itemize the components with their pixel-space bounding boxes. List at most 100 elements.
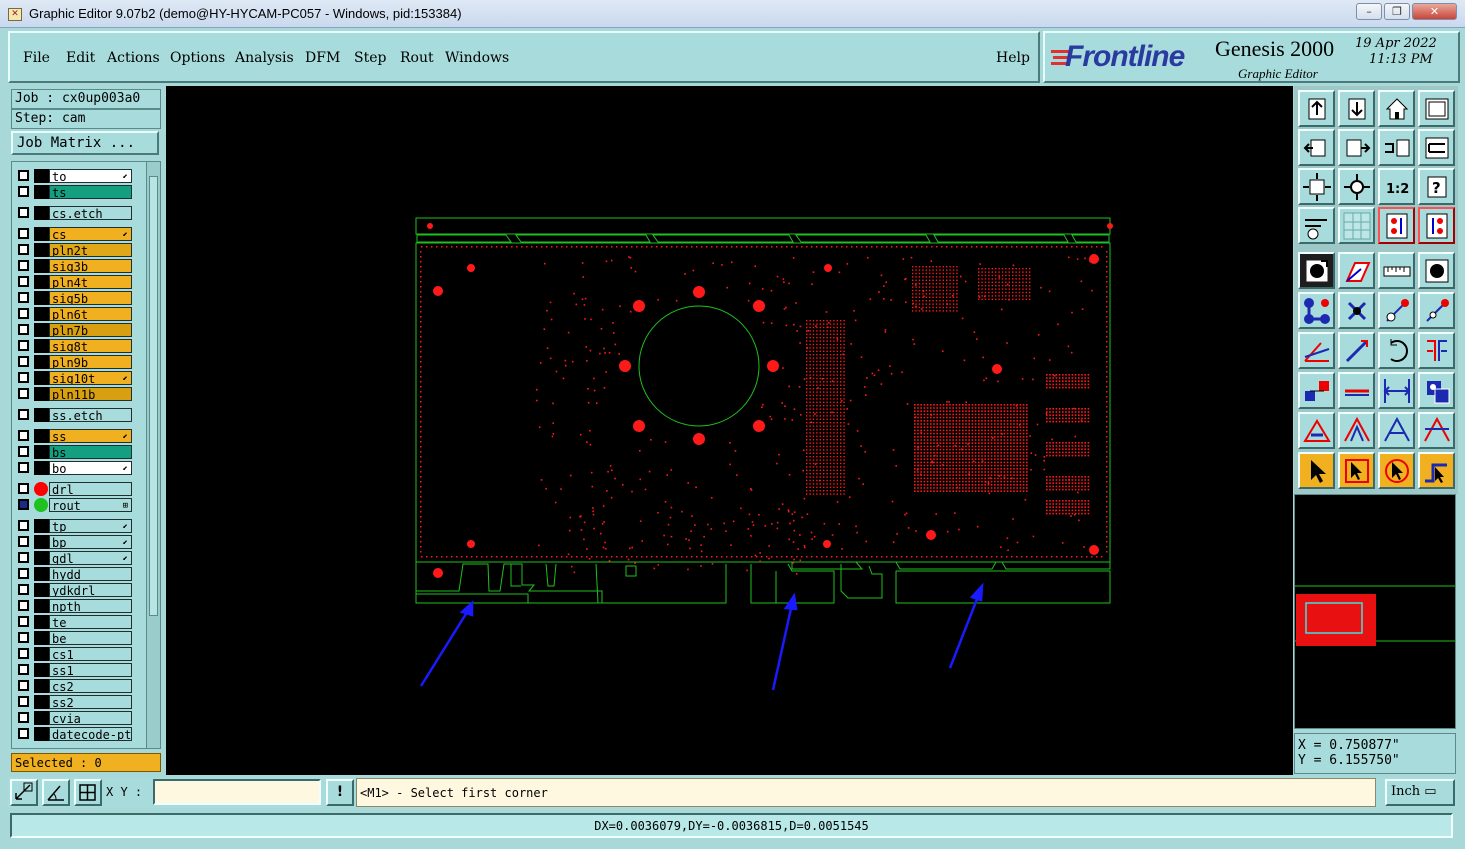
layer-row-pln11b[interactable]: pln11b xyxy=(15,387,132,401)
layer-name[interactable]: sig8t xyxy=(49,339,132,353)
tool-button-help[interactable]: ? xyxy=(1418,168,1455,205)
layer-name[interactable]: gdl ⬋ xyxy=(49,551,132,565)
layer-color-swatch[interactable] xyxy=(34,243,49,257)
layer-row-sig10t[interactable]: sig10t ⬋ xyxy=(15,371,132,385)
layer-checkbox[interactable] xyxy=(18,728,29,739)
layer-checkbox[interactable] xyxy=(18,340,29,351)
layer-color-swatch[interactable] xyxy=(34,323,49,337)
tool-button-step-right[interactable] xyxy=(1338,129,1375,166)
snap-mode-button[interactable] xyxy=(10,779,38,806)
layer-checkbox[interactable] xyxy=(18,552,29,563)
layer-color-swatch[interactable] xyxy=(34,567,49,581)
layer-row-cs1[interactable]: cs1 xyxy=(15,647,132,661)
layer-name[interactable]: cvia xyxy=(49,711,132,725)
tool-button-arc[interactable] xyxy=(1378,332,1415,369)
units-selector[interactable]: Inch ▭ xyxy=(1385,779,1455,806)
layer-name[interactable]: cs2 xyxy=(49,679,132,693)
layer-name[interactable]: pln11b xyxy=(49,387,132,401)
layer-name[interactable]: tp ⬋ xyxy=(49,519,132,533)
layer-checkbox[interactable] xyxy=(18,260,29,271)
layer-row-bp[interactable]: bp ⬋ xyxy=(15,535,132,549)
tool-button-brush[interactable] xyxy=(1298,207,1335,244)
layer-row-cs[interactable]: cs ⬋ xyxy=(15,227,132,241)
menu-rout[interactable]: Rout xyxy=(400,50,434,66)
tool-button-step-left[interactable] xyxy=(1298,129,1335,166)
graphic-canvas[interactable] xyxy=(166,86,1293,775)
layer-color-swatch[interactable] xyxy=(34,583,49,597)
layer-color-swatch[interactable] xyxy=(34,498,48,512)
layer-name[interactable]: datecode-pto xyxy=(49,727,132,741)
layer-row-sig3b[interactable]: sig3b xyxy=(15,259,132,273)
layer-name[interactable]: bp ⬋ xyxy=(49,535,132,549)
layer-name[interactable]: cs ⬋ xyxy=(49,227,132,241)
layer-color-swatch[interactable] xyxy=(34,711,49,725)
layer-name[interactable]: sig10t ⬋ xyxy=(49,371,132,385)
layer-color-swatch[interactable] xyxy=(34,408,49,422)
tool-button-pointer-rot[interactable] xyxy=(1378,452,1415,489)
layer-color-swatch[interactable] xyxy=(34,275,49,289)
layer-color-swatch[interactable] xyxy=(34,291,49,305)
layer-name[interactable]: pln9b xyxy=(49,355,132,369)
layer-row-datecode-pto[interactable]: datecode-pto xyxy=(15,727,132,741)
layer-color-swatch[interactable] xyxy=(34,679,49,693)
layer-color-swatch[interactable] xyxy=(34,355,49,369)
layer-color-swatch[interactable] xyxy=(34,445,49,459)
layer-name[interactable]: pln4t xyxy=(49,275,132,289)
tool-button-grid-toggle[interactable] xyxy=(1338,207,1375,244)
layer-color-swatch[interactable] xyxy=(34,727,49,741)
layer-row-pln9b[interactable]: pln9b xyxy=(15,355,132,369)
layer-row-pln7b[interactable]: pln7b xyxy=(15,323,132,337)
tool-button-zoom-fit[interactable] xyxy=(1298,168,1335,205)
tool-button-line[interactable] xyxy=(1338,332,1375,369)
tool-button-window[interactable] xyxy=(1418,90,1455,127)
layer-row-cvia[interactable]: cvia xyxy=(15,711,132,725)
layer-list-scrollbar[interactable] xyxy=(146,162,160,748)
layer-color-swatch[interactable] xyxy=(34,185,49,199)
menu-edit[interactable]: Edit xyxy=(66,50,95,66)
layer-checkbox[interactable] xyxy=(18,244,29,255)
layer-row-bo[interactable]: bo ⬋ xyxy=(15,461,132,475)
layer-checkbox[interactable] xyxy=(18,499,29,510)
xy-input[interactable] xyxy=(153,779,321,805)
tool-button-pointer-path[interactable] xyxy=(1418,452,1455,489)
layer-name[interactable]: ss ⬋ xyxy=(49,429,132,443)
tool-button-pointer[interactable] xyxy=(1298,452,1335,489)
layer-color-swatch[interactable] xyxy=(34,535,49,549)
layer-checkbox[interactable] xyxy=(18,462,29,473)
tool-button-pad[interactable] xyxy=(1418,252,1455,289)
layer-row-hydd[interactable]: hydd xyxy=(15,567,132,581)
layer-checkbox[interactable] xyxy=(18,712,29,723)
menu-dfm[interactable]: DFM xyxy=(305,50,340,66)
layer-row-ss2[interactable]: ss2 xyxy=(15,695,132,709)
layer-name[interactable]: bs xyxy=(49,445,132,459)
job-matrix-button[interactable]: Job Matrix ... xyxy=(11,131,159,155)
layer-color-swatch[interactable] xyxy=(34,339,49,353)
tool-button-edit-shape[interactable] xyxy=(1338,252,1375,289)
layer-row-sig5b[interactable]: sig5b xyxy=(15,291,132,305)
layer-row-tp[interactable]: tp ⬋ xyxy=(15,519,132,533)
layer-checkbox[interactable] xyxy=(18,409,29,420)
tool-button-delete-node[interactable] xyxy=(1338,292,1375,329)
layer-name[interactable]: bo ⬋ xyxy=(49,461,132,475)
layer-checkbox[interactable] xyxy=(18,308,29,319)
menu-windows[interactable]: Windows xyxy=(445,50,509,66)
layer-color-swatch[interactable] xyxy=(34,461,49,475)
layer-row-pln2t[interactable]: pln2t xyxy=(15,243,132,257)
layer-checkbox[interactable] xyxy=(18,648,29,659)
layer-row-pln6t[interactable]: pln6t xyxy=(15,307,132,321)
layer-name[interactable]: te xyxy=(49,615,132,629)
layer-checkbox[interactable] xyxy=(18,276,29,287)
layer-color-swatch[interactable] xyxy=(34,631,49,645)
tool-button-save[interactable] xyxy=(1338,90,1375,127)
layer-checkbox[interactable] xyxy=(18,483,29,494)
tool-button-triangle-a[interactable] xyxy=(1338,412,1375,449)
tool-button-redraw[interactable] xyxy=(1418,129,1455,166)
layer-checkbox[interactable] xyxy=(18,584,29,595)
layer-row-be[interactable]: be xyxy=(15,631,132,645)
tool-button-undo[interactable] xyxy=(1378,129,1415,166)
layer-name[interactable]: npth xyxy=(49,599,132,613)
tool-button-triangle-b[interactable] xyxy=(1378,412,1415,449)
layer-name[interactable]: pln2t xyxy=(49,243,132,257)
layer-checkbox[interactable] xyxy=(18,228,29,239)
grid-mode-button[interactable] xyxy=(74,779,102,806)
